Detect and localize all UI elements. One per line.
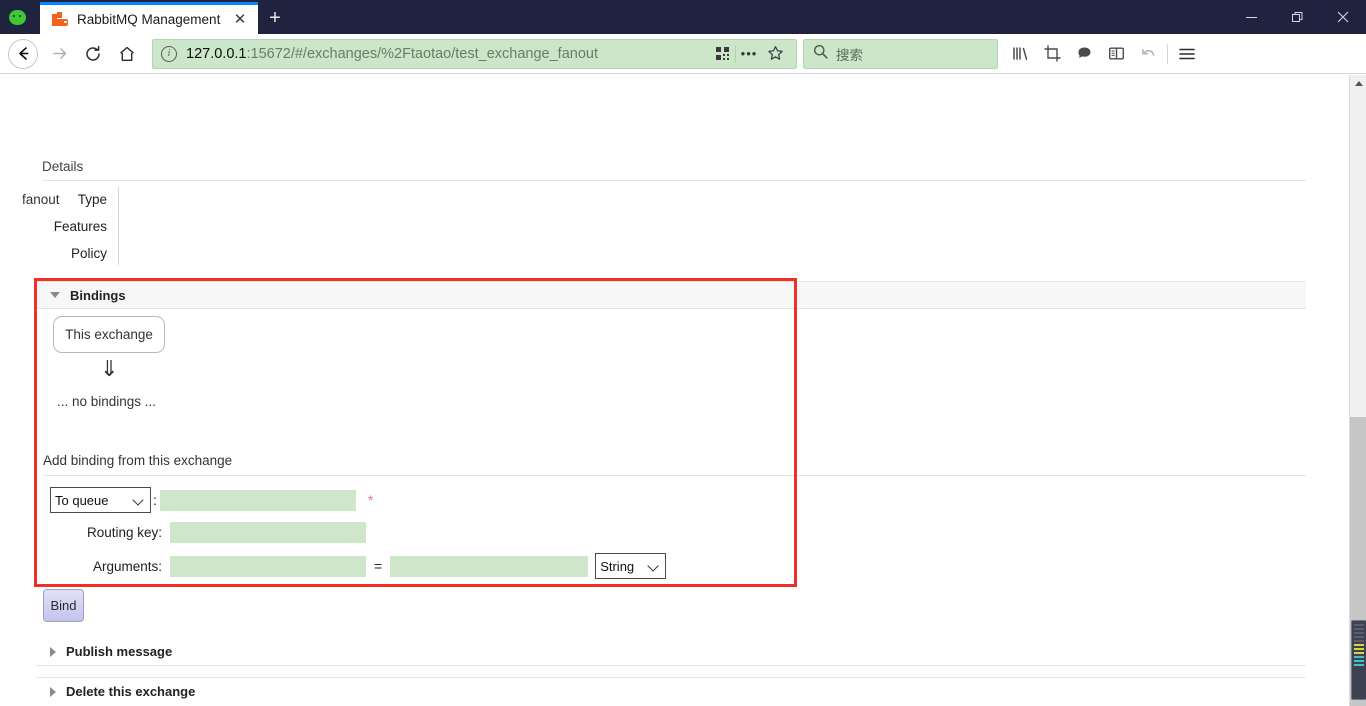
binding-target-select-wrap: To queue [50, 487, 151, 513]
chevron-right-icon [50, 686, 56, 697]
url-host: 127.0.0.1 [186, 45, 247, 62]
site-info-icon[interactable]: i [161, 45, 177, 62]
publish-message-section[interactable]: Publish message [36, 638, 1306, 666]
browser-window: RabbitMQ Management ✕ + i 127.0.0.1:1567… [0, 0, 1366, 706]
publish-message-title: Publish message [66, 644, 173, 659]
toolbar-right [1004, 38, 1203, 70]
argument-key-input[interactable] [170, 555, 366, 577]
search-bar[interactable]: 搜索 [803, 38, 998, 69]
routing-key-label: Routing key: [86, 525, 162, 540]
equals-sign: = [374, 558, 383, 574]
tab-title: RabbitMQ Management [77, 12, 221, 27]
bind-button[interactable]: Bind [43, 589, 84, 622]
url-text: 127.0.0.1:15672/#/exchanges/%2Ftaotao/te… [186, 46, 598, 62]
address-bar[interactable]: i 127.0.0.1:15672/#/exchanges/%2Ftaotao/… [152, 38, 797, 69]
binding-target-row: To queue : * [50, 487, 373, 513]
qr-code-icon[interactable] [709, 41, 735, 67]
page-scrollbar[interactable] [1349, 75, 1366, 706]
url-path: :15672/#/exchanges/%2Ftaotao/test_exchan… [246, 45, 598, 62]
back-button[interactable] [8, 38, 38, 69]
page-viewport: Details Type fanout Features Policy Bind… [0, 75, 1366, 706]
search-placeholder: 搜索 [836, 47, 863, 63]
close-icon[interactable] [1320, 0, 1366, 34]
required-marker: * [367, 492, 374, 508]
restore-icon[interactable] [1274, 0, 1320, 34]
bindings-section-header[interactable]: Bindings [36, 281, 1306, 309]
bookmark-star-icon[interactable] [762, 41, 788, 67]
new-tab-button[interactable]: + [258, 2, 292, 34]
colon-separator: : [153, 492, 157, 508]
screenshot-crop-icon[interactable] [1036, 38, 1068, 70]
details-key: Policy [70, 246, 107, 261]
close-icon[interactable]: ✕ [230, 10, 250, 30]
hamburger-menu-icon[interactable] [1171, 38, 1203, 70]
chevron-right-icon [50, 646, 56, 657]
delete-exchange-section[interactable]: Delete this exchange [36, 677, 1306, 705]
details-key: Features [53, 219, 107, 234]
details-heading: Details [42, 159, 84, 174]
arguments-label: Arguments: [92, 558, 162, 574]
scroll-up-arrow-icon[interactable] [1350, 75, 1366, 92]
argument-type-select[interactable]: String [595, 553, 667, 579]
details-divider [42, 180, 1306, 181]
details-key: Type [77, 192, 107, 207]
window-controls [1228, 0, 1366, 34]
forward-button[interactable] [42, 37, 76, 71]
pocket-chat-icon[interactable] [1068, 38, 1100, 70]
delete-exchange-title: Delete this exchange [66, 684, 196, 699]
minimize-icon[interactable] [1228, 0, 1274, 34]
rabbitmq-exchange-page: Details Type fanout Features Policy Bind… [0, 75, 1350, 706]
argument-type-select-wrap: String [595, 553, 667, 579]
details-value: fanout [22, 192, 60, 207]
sidebar-icon[interactable] [1100, 38, 1132, 70]
chevron-down-icon [50, 292, 60, 298]
search-icon [813, 44, 828, 64]
routing-key-row: Routing key: [50, 522, 366, 543]
title-bar: RabbitMQ Management ✕ + [0, 0, 1366, 34]
add-binding-heading: Add binding from this exchange [43, 453, 233, 468]
rabbitmq-icon [52, 11, 68, 28]
reload-button[interactable] [76, 37, 110, 71]
library-icon[interactable] [1004, 38, 1036, 70]
navigation-toolbar: i 127.0.0.1:15672/#/exchanges/%2Ftaotao/… [0, 34, 1366, 74]
double-down-arrow-icon: ⇓ [100, 356, 119, 381]
routing-key-input[interactable] [170, 522, 366, 543]
home-button[interactable] [110, 37, 144, 71]
equalizer-widget-icon [1351, 620, 1366, 700]
binding-target-select[interactable]: To queue [50, 487, 151, 513]
binding-target-input[interactable] [159, 489, 356, 511]
undo-arrow-icon[interactable] [1132, 38, 1164, 70]
argument-value-input[interactable] [390, 555, 589, 577]
page-actions-icon[interactable]: ••• [736, 41, 762, 67]
this-exchange-node: This exchange [53, 316, 165, 353]
bindings-title: Bindings [70, 287, 126, 303]
wechat-bubble-icon [0, 0, 34, 34]
arguments-row: Arguments: = String [50, 553, 667, 579]
add-binding-divider [43, 475, 1306, 476]
scrollbar-thumb[interactable] [1350, 75, 1366, 417]
browser-tab[interactable]: RabbitMQ Management ✕ [40, 2, 258, 34]
details-column-divider [118, 187, 119, 265]
no-bindings-message: ... no bindings ... [57, 394, 157, 409]
